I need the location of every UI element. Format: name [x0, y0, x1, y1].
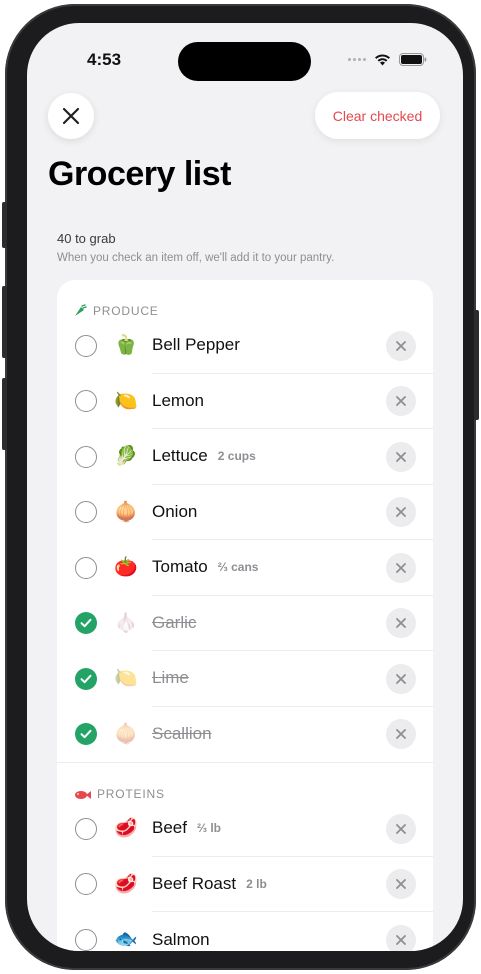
list-item: 🧅 Scallion: [57, 707, 433, 763]
close-icon: [396, 729, 406, 740]
remove-item-button[interactable]: [386, 813, 416, 844]
fish-icon: [73, 789, 91, 801]
item-name: Beef: [152, 818, 187, 838]
pantry-hint: When you check an item off, we'll add it…: [57, 252, 335, 264]
item-name: Tomato: [152, 557, 208, 577]
item-quantity: 2 cups: [217, 449, 256, 464]
item-name: Scallion: [152, 724, 212, 744]
list-item: 🍅 Tomato ⅔ cans: [57, 540, 433, 596]
close-icon: [396, 673, 406, 684]
page-title: Grocery list: [48, 155, 231, 193]
volume-down-button: [2, 378, 7, 450]
item-emoji-icon: 🥩: [114, 818, 138, 840]
close-icon: [396, 823, 406, 834]
item-quantity: 2 lb: [246, 876, 267, 891]
item-emoji-icon: 🧄: [114, 612, 138, 634]
section-proteins: PROTEINS 🥩 Beef ⅔ lb 🥩 Beef Roast 2 lb 🐟 Salmon: [57, 763, 433, 951]
carrot-icon: [73, 304, 87, 318]
list-item: 🧄 Garlic: [57, 596, 433, 651]
checkmark-icon: [80, 619, 92, 628]
close-icon: [396, 934, 406, 945]
list-item: 🍋 Lime: [57, 651, 433, 707]
item-emoji-icon: 🍋: [114, 668, 138, 690]
checkbox-checked[interactable]: [75, 723, 97, 746]
wifi-icon: [375, 54, 390, 66]
checkbox-checked[interactable]: [75, 612, 97, 635]
item-name: Lime: [152, 668, 189, 688]
list-item: 🐟 Salmon: [57, 912, 433, 951]
checkbox[interactable]: [75, 873, 97, 896]
remove-item-button[interactable]: [386, 330, 416, 361]
remove-item-button[interactable]: [386, 924, 416, 951]
screen: 4:53 Clear checked Grocery list 40 to gr…: [27, 23, 463, 951]
item-name: Lemon: [152, 390, 204, 410]
item-emoji-icon: 🫑: [114, 335, 138, 357]
volume-up-button: [2, 286, 7, 358]
section-label: PROTEINS: [97, 787, 165, 801]
item-quantity: ⅔ cans: [217, 560, 259, 575]
checkbox[interactable]: [75, 817, 97, 840]
item-emoji-icon: 🧅: [114, 501, 138, 523]
power-button: [474, 310, 479, 420]
checkmark-icon: [80, 674, 92, 683]
close-icon: [62, 107, 80, 125]
checkbox[interactable]: [75, 334, 97, 357]
section-produce: PRODUCE 🫑 Bell Pepper 🍋 Lemon 🥬 Lettuce 2 cups 🧅…: [57, 280, 433, 763]
item-name: Bell Pepper: [152, 335, 240, 355]
remove-item-button[interactable]: [386, 663, 416, 694]
item-emoji-icon: 🐟: [114, 929, 138, 951]
item-name: Salmon: [152, 929, 210, 949]
action-button: [2, 202, 7, 248]
dynamic-island: [178, 42, 311, 81]
item-quantity: ⅔ lb: [196, 821, 221, 836]
close-icon: [396, 618, 406, 629]
list-item: 🥬 Lettuce 2 cups: [57, 429, 433, 485]
list-item: 🥩 Beef Roast 2 lb: [57, 857, 433, 912]
list-item: 🥩 Beef ⅔ lb: [57, 801, 433, 857]
list-item: 🧅 Onion: [57, 485, 433, 540]
battery-icon: [399, 53, 427, 66]
phone-frame: 4:53 Clear checked Grocery list 40 to gr…: [2, 4, 479, 970]
item-name: Lettuce: [152, 446, 208, 466]
status-time: 4:53: [87, 50, 122, 69]
close-icon: [396, 562, 406, 573]
item-name: Onion: [152, 501, 198, 521]
section-label: PRODUCE: [93, 304, 159, 318]
close-icon: [396, 451, 406, 462]
signal-icon: [348, 58, 366, 61]
clear-checked-button[interactable]: Clear checked: [315, 92, 440, 139]
item-emoji-icon: 🥬: [114, 446, 138, 468]
section-header: PRODUCE: [57, 280, 433, 318]
item-emoji-icon: 🧅: [114, 723, 138, 745]
checkbox[interactable]: [75, 445, 97, 468]
section-header: PROTEINS: [57, 763, 433, 801]
checkmark-icon: [80, 730, 92, 739]
remove-item-button[interactable]: [386, 441, 416, 472]
status-icons: [348, 53, 427, 66]
checkbox-checked[interactable]: [75, 667, 97, 690]
list-item: 🍋 Lemon: [57, 374, 433, 429]
checkbox[interactable]: [75, 928, 97, 951]
remove-item-button[interactable]: [386, 552, 416, 583]
checkbox[interactable]: [75, 390, 97, 413]
close-button[interactable]: [48, 93, 94, 139]
checkbox[interactable]: [75, 501, 97, 524]
checkbox[interactable]: [75, 556, 97, 579]
list-item: 🫑 Bell Pepper: [57, 318, 433, 374]
grocery-list: PRODUCE 🫑 Bell Pepper 🍋 Lemon 🥬 Lettuce 2 cups 🧅…: [57, 280, 433, 951]
close-icon: [396, 396, 406, 407]
close-icon: [396, 340, 406, 351]
item-emoji-icon: 🍋: [114, 390, 138, 412]
item-emoji-icon: 🥩: [114, 873, 138, 895]
item-name: Beef Roast: [152, 873, 237, 893]
close-icon: [396, 507, 406, 518]
close-icon: [396, 879, 406, 890]
item-name: Garlic: [152, 612, 197, 632]
items-count: 40 to grab: [57, 231, 116, 246]
item-emoji-icon: 🍅: [114, 557, 138, 579]
